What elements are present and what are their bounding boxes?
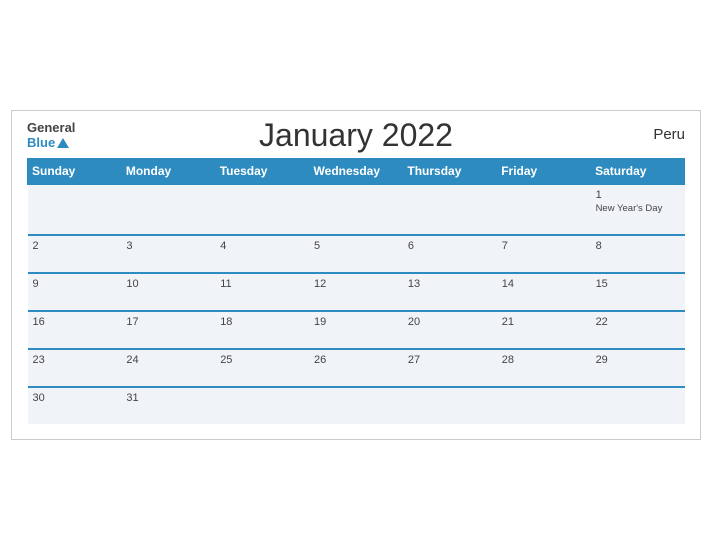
table-row <box>497 184 591 235</box>
table-row: 2 <box>28 235 122 273</box>
table-row: 11 <box>215 273 309 311</box>
table-row: 19 <box>309 311 403 349</box>
day-number: 27 <box>408 354 492 366</box>
table-row: 1 New Year's Day <box>591 184 685 235</box>
day-number: 22 <box>596 316 680 328</box>
day-number: 19 <box>314 316 398 328</box>
col-wednesday: Wednesday <box>309 158 403 184</box>
logo-general-text: General <box>27 121 75 135</box>
table-row: 27 <box>403 349 497 387</box>
table-row: 29 <box>591 349 685 387</box>
logo-blue-text: Blue <box>27 136 55 150</box>
logo: General Blue <box>27 121 75 150</box>
table-row: 28 <box>497 349 591 387</box>
calendar-container: General Blue January 2022 Peru Sunday Mo… <box>11 110 701 440</box>
day-number: 23 <box>33 354 117 366</box>
calendar-body: 1New Year's Day2345678910111213141516171… <box>28 184 685 424</box>
calendar-title: January 2022 <box>259 117 453 154</box>
day-number: 13 <box>408 278 492 290</box>
day-number: 31 <box>126 392 210 404</box>
table-row: 25 <box>215 349 309 387</box>
day-number: 25 <box>220 354 304 366</box>
table-row: 6 <box>403 235 497 273</box>
day-number: 8 <box>596 240 680 252</box>
day-number: 11 <box>220 278 304 290</box>
day-number: 28 <box>502 354 586 366</box>
day-number: 21 <box>502 316 586 328</box>
table-row <box>403 184 497 235</box>
day-number: 26 <box>314 354 398 366</box>
col-monday: Monday <box>121 158 215 184</box>
day-number: 9 <box>33 278 117 290</box>
day-number: 2 <box>33 240 117 252</box>
col-tuesday: Tuesday <box>215 158 309 184</box>
table-row: 16 <box>28 311 122 349</box>
day-number: 4 <box>220 240 304 252</box>
table-row: 15 <box>591 273 685 311</box>
table-row: 24 <box>121 349 215 387</box>
table-row: 4 <box>215 235 309 273</box>
country-label: Peru <box>653 126 685 143</box>
day-number: 20 <box>408 316 492 328</box>
table-row <box>121 184 215 235</box>
day-number: 29 <box>596 354 680 366</box>
table-row: 9 <box>28 273 122 311</box>
table-row <box>28 184 122 235</box>
day-number: 30 <box>33 392 117 404</box>
day-number: 14 <box>502 278 586 290</box>
holiday-label: New Year's Day <box>596 203 680 214</box>
table-row: 18 <box>215 311 309 349</box>
table-row: 20 <box>403 311 497 349</box>
day-number: 7 <box>502 240 586 252</box>
day-number: 3 <box>126 240 210 252</box>
table-row: 23 <box>28 349 122 387</box>
col-friday: Friday <box>497 158 591 184</box>
day-number: 1 <box>596 189 680 201</box>
table-row <box>309 184 403 235</box>
day-number: 15 <box>596 278 680 290</box>
table-row: 3 <box>121 235 215 273</box>
logo-row: Blue <box>27 136 69 150</box>
table-row <box>591 387 685 424</box>
day-number: 18 <box>220 316 304 328</box>
table-row: 5 <box>309 235 403 273</box>
table-row <box>403 387 497 424</box>
calendar-header-row: Sunday Monday Tuesday Wednesday Thursday… <box>28 158 685 184</box>
table-row: 10 <box>121 273 215 311</box>
day-number: 17 <box>126 316 210 328</box>
day-number: 16 <box>33 316 117 328</box>
logo-triangle-icon <box>57 138 69 148</box>
day-number: 12 <box>314 278 398 290</box>
day-number: 6 <box>408 240 492 252</box>
table-row: 14 <box>497 273 591 311</box>
table-row <box>215 184 309 235</box>
calendar-table: Sunday Monday Tuesday Wednesday Thursday… <box>27 158 685 424</box>
day-number: 24 <box>126 354 210 366</box>
col-saturday: Saturday <box>591 158 685 184</box>
table-row: 21 <box>497 311 591 349</box>
table-row: 26 <box>309 349 403 387</box>
table-row: 13 <box>403 273 497 311</box>
table-row <box>215 387 309 424</box>
day-number: 10 <box>126 278 210 290</box>
table-row: 8 <box>591 235 685 273</box>
table-row: 31 <box>121 387 215 424</box>
table-row: 22 <box>591 311 685 349</box>
table-row: 7 <box>497 235 591 273</box>
table-row <box>309 387 403 424</box>
table-row <box>497 387 591 424</box>
table-row: 30 <box>28 387 122 424</box>
col-sunday: Sunday <box>28 158 122 184</box>
col-thursday: Thursday <box>403 158 497 184</box>
day-number: 5 <box>314 240 398 252</box>
table-row: 12 <box>309 273 403 311</box>
calendar-header: General Blue January 2022 Peru <box>27 121 685 150</box>
table-row: 17 <box>121 311 215 349</box>
